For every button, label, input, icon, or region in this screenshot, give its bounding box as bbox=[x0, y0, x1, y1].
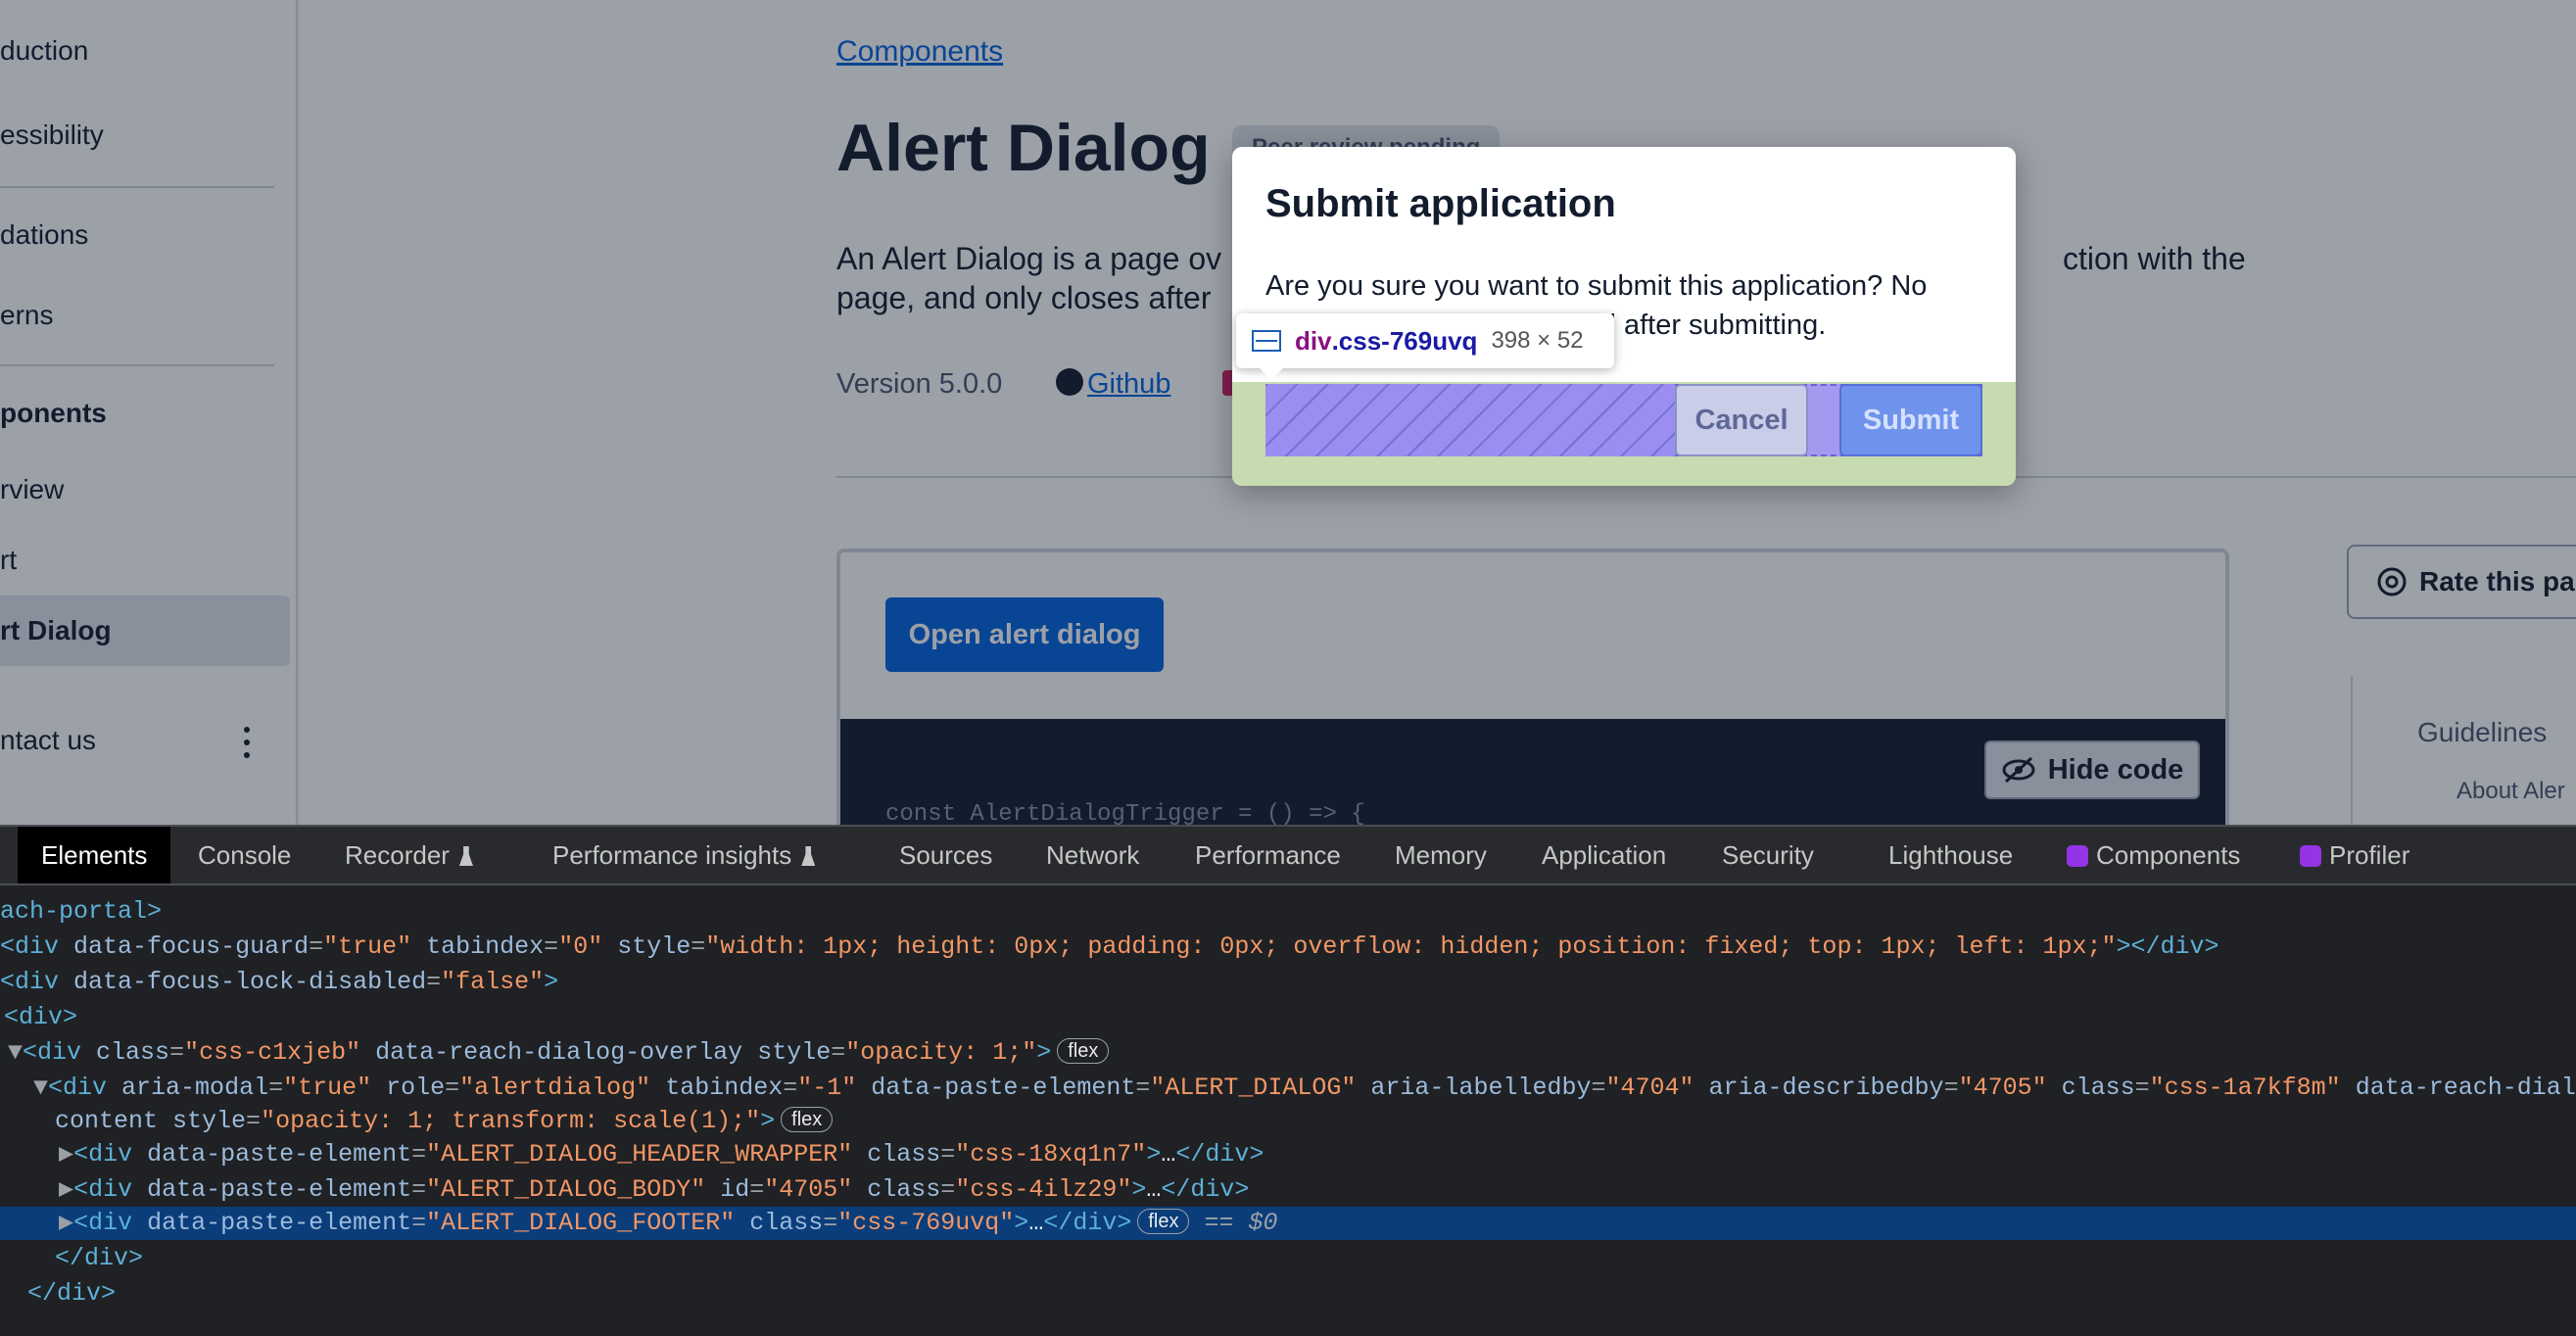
dom-line[interactable]: </div> bbox=[27, 1277, 116, 1311]
flask-icon bbox=[801, 846, 816, 866]
tab-performance-insights[interactable]: Performance insights bbox=[552, 827, 816, 883]
dom-tree: ach-portal> <div data-focus-guard="true"… bbox=[0, 885, 2576, 1336]
tab-recorder[interactable]: Recorder bbox=[345, 827, 473, 883]
tab-memory[interactable]: Memory bbox=[1395, 827, 1487, 883]
flex-badge[interactable]: flex bbox=[1057, 1038, 1110, 1064]
dom-line[interactable]: ▼<div aria-modal="true" role="alertdialo… bbox=[33, 1072, 2576, 1105]
tab-network[interactable]: Network bbox=[1046, 827, 1139, 883]
tab-performance-insights-label: Performance insights bbox=[552, 840, 792, 870]
tab-lighthouse[interactable]: Lighthouse bbox=[1888, 827, 2013, 883]
tooltip-arrow bbox=[1256, 364, 1287, 380]
devtools-tab-bar: Elements Console Recorder Performance in… bbox=[0, 825, 2576, 885]
dom-line[interactable]: ach-portal> bbox=[0, 895, 162, 929]
tab-profiler[interactable]: Profiler bbox=[2300, 827, 2409, 883]
tab-components-label: Components bbox=[2096, 840, 2241, 870]
tooltip-size: 398 × 52 bbox=[1491, 327, 1584, 354]
dom-line[interactable]: ▼<div class="css-c1xjeb" data-reach-dial… bbox=[8, 1036, 1110, 1070]
tab-application[interactable]: Application bbox=[1542, 827, 1666, 883]
react-icon bbox=[2300, 845, 2321, 867]
tab-elements[interactable]: Elements bbox=[18, 827, 171, 883]
tab-sources[interactable]: Sources bbox=[899, 827, 992, 883]
flex-layout-icon bbox=[1252, 330, 1281, 352]
tab-performance[interactable]: Performance bbox=[1195, 827, 1341, 883]
inspector-gap-hatch bbox=[1265, 384, 1675, 456]
flex-badge[interactable]: flex bbox=[781, 1107, 834, 1132]
dom-line-selected[interactable]: ▶<div data-paste-element="ALERT_DIALOG_F… bbox=[0, 1207, 2576, 1240]
tab-console[interactable]: Console bbox=[198, 827, 291, 883]
dialog-title: Submit application bbox=[1265, 182, 1616, 225]
dom-line[interactable]: <div data-focus-lock-disabled="false"> bbox=[0, 966, 558, 999]
flex-badge[interactable]: flex bbox=[1137, 1209, 1190, 1234]
flask-icon bbox=[458, 846, 473, 866]
tooltip-tag: div bbox=[1295, 325, 1332, 356]
react-icon bbox=[2067, 845, 2088, 867]
docs-page: duction essibility dations erns ponents … bbox=[0, 0, 2576, 825]
submit-button[interactable]: Submit bbox=[1839, 384, 1982, 456]
inspector-tooltip: div .css-769uvq 398 × 52 bbox=[1236, 313, 1614, 368]
dom-line[interactable]: content style="opacity: 1; transform: sc… bbox=[55, 1105, 834, 1138]
devtools-panel: Elements Console Recorder Performance in… bbox=[0, 825, 2576, 1336]
cancel-button[interactable]: Cancel bbox=[1675, 384, 1808, 456]
tab-components[interactable]: Components bbox=[2067, 827, 2240, 883]
dom-line[interactable]: ▶<div data-paste-element="ALERT_DIALOG_B… bbox=[59, 1173, 1249, 1207]
dom-line[interactable]: <div> bbox=[4, 1001, 77, 1034]
tab-recorder-label: Recorder bbox=[345, 840, 450, 870]
dom-line[interactable]: </div> bbox=[55, 1242, 143, 1275]
dom-line[interactable]: <div data-focus-guard="true" tabindex="0… bbox=[0, 930, 2219, 964]
selected-node-marker: == $0 bbox=[1204, 1209, 1278, 1237]
tooltip-class: .css-769uvq bbox=[1331, 325, 1478, 356]
tab-security[interactable]: Security bbox=[1722, 827, 1814, 883]
dom-line[interactable]: ▶<div data-paste-element="ALERT_DIALOG_H… bbox=[59, 1138, 1264, 1171]
tab-profiler-label: Profiler bbox=[2329, 840, 2410, 870]
